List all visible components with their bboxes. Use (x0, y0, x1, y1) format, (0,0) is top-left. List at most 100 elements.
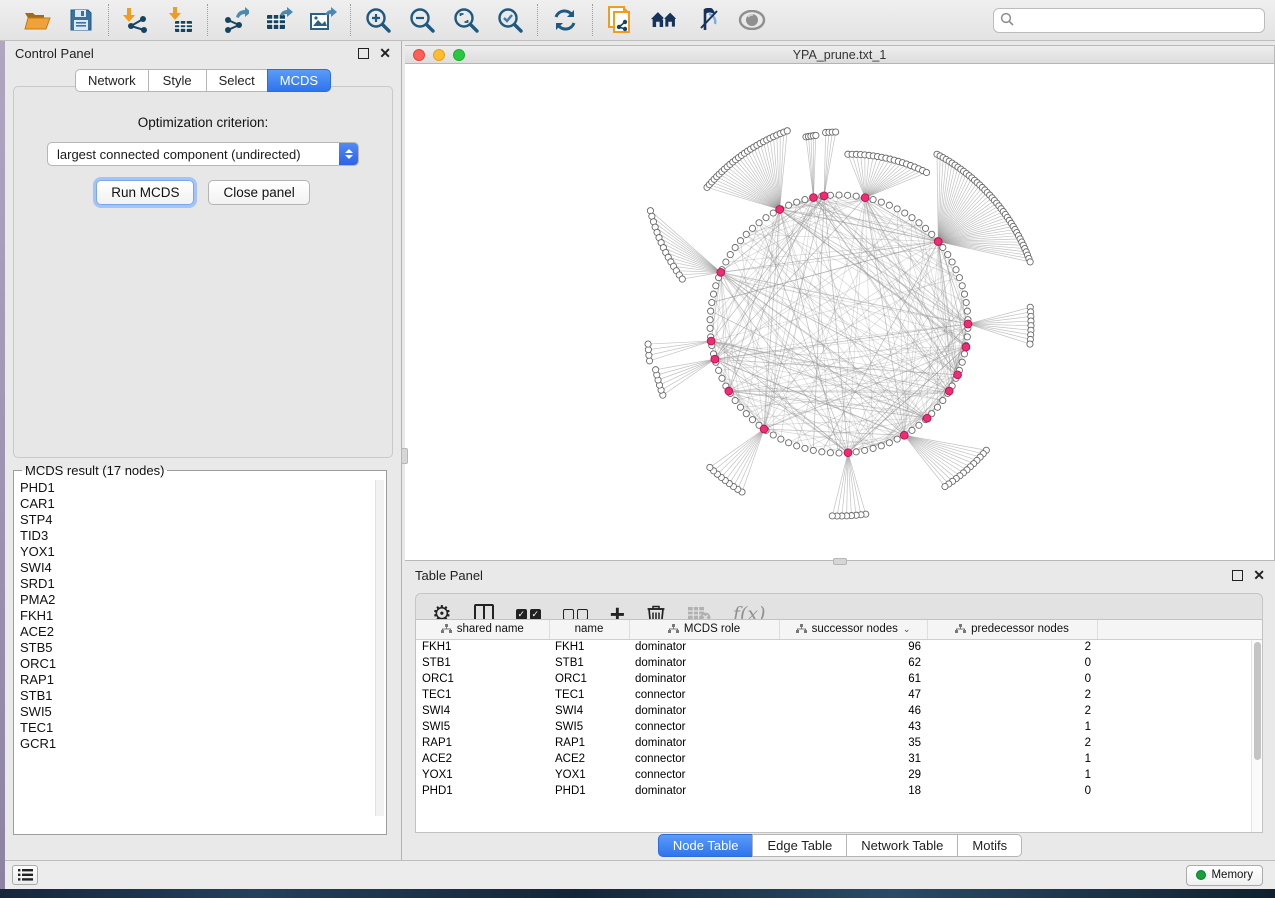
table-cell[interactable]: 35 (779, 735, 927, 751)
mcds-result-item[interactable]: FKH1 (20, 608, 386, 624)
table-cell[interactable]: 31 (779, 751, 927, 767)
table-cell[interactable]: 2 (927, 687, 1097, 703)
table-cell[interactable]: connector (629, 719, 779, 735)
mcds-result-item[interactable]: TID3 (20, 528, 386, 544)
memory-button[interactable]: Memory (1186, 865, 1263, 886)
table-scrollbar[interactable] (1251, 640, 1262, 832)
import-table-icon[interactable] (166, 6, 194, 34)
table-cell[interactable]: 47 (779, 687, 927, 703)
table-cell[interactable]: 1 (927, 767, 1097, 783)
table-cell[interactable]: dominator (629, 671, 779, 687)
network-window-titlebar[interactable]: YPA_prune.txt_1 (405, 46, 1274, 64)
table-cell[interactable]: YOX1 (416, 767, 549, 783)
table-cell[interactable]: 96 (779, 639, 927, 655)
table-cell[interactable]: 46 (779, 703, 927, 719)
run-mcds-button[interactable]: Run MCDS (96, 180, 194, 205)
table-row[interactable]: ACE2ACE2connector311 (416, 751, 1262, 767)
mcds-result-item[interactable]: CAR1 (20, 496, 386, 512)
close-panel-icon[interactable]: ✕ (1253, 570, 1265, 581)
node-table[interactable]: shared namenameMCDS rolesuccessor nodes⌄… (415, 619, 1263, 833)
tab-node-table[interactable]: Node Table (658, 834, 753, 857)
mcds-result-item[interactable]: PMA2 (20, 592, 386, 608)
horizontal-splitter-handle[interactable] (833, 558, 847, 565)
mcds-result-item[interactable]: SWI4 (20, 560, 386, 576)
mcds-result-item[interactable]: STB5 (20, 640, 386, 656)
table-cell[interactable]: 61 (779, 671, 927, 687)
table-cell[interactable]: connector (629, 751, 779, 767)
table-cell[interactable]: STB1 (416, 655, 549, 671)
zoom-fit-icon[interactable] (452, 6, 480, 34)
table-cell[interactable]: dominator (629, 655, 779, 671)
table-cell[interactable]: PHD1 (416, 783, 549, 799)
table-cell[interactable]: 2 (927, 639, 1097, 655)
vertical-splitter-handle[interactable] (401, 448, 408, 464)
mcds-result-item[interactable]: STB1 (20, 688, 386, 704)
export-table-icon[interactable] (265, 6, 293, 34)
column-header-shared-name[interactable]: shared name (416, 620, 549, 639)
table-cell[interactable]: 29 (779, 767, 927, 783)
table-cell[interactable]: FKH1 (416, 639, 549, 655)
search-field[interactable] (993, 8, 1265, 33)
mcds-result-item[interactable]: STP4 (20, 512, 386, 528)
table-cell[interactable]: ACE2 (416, 751, 549, 767)
tab-network-table[interactable]: Network Table (846, 834, 957, 857)
mcds-result-item[interactable]: GCR1 (20, 736, 386, 752)
table-cell[interactable]: RAP1 (416, 735, 549, 751)
table-row[interactable]: TEC1TEC1connector472 (416, 687, 1262, 703)
column-header-successor-nodes[interactable]: successor nodes⌄ (779, 620, 927, 639)
table-cell[interactable]: 2 (927, 703, 1097, 719)
table-row[interactable]: YOX1YOX1connector291 (416, 767, 1262, 783)
select-all-rows-icon[interactable]: ✓✓ (516, 609, 541, 620)
toggle-graphics-details-icon[interactable] (694, 6, 722, 34)
table-cell[interactable]: SWI5 (549, 719, 629, 735)
table-cell[interactable]: SWI4 (416, 703, 549, 719)
table-cell[interactable]: 0 (927, 783, 1097, 799)
mcds-result-item[interactable]: SWI5 (20, 704, 386, 720)
table-cell[interactable]: 1 (927, 751, 1097, 767)
mcds-result-item[interactable]: YOX1 (20, 544, 386, 560)
zoom-selected-icon[interactable] (496, 6, 524, 34)
table-cell[interactable]: dominator (629, 639, 779, 655)
tab-network[interactable]: Network (75, 69, 148, 92)
table-row[interactable]: RAP1RAP1dominator352 (416, 735, 1262, 751)
column-header-predecessor-nodes[interactable]: predecessor nodes (927, 620, 1097, 639)
tab-style[interactable]: Style (148, 69, 206, 92)
deselect-all-rows-icon[interactable] (563, 609, 588, 620)
table-cell[interactable]: SWI5 (416, 719, 549, 735)
table-row[interactable]: FKH1FKH1dominator962 (416, 639, 1262, 655)
refresh-view-icon[interactable] (551, 6, 579, 34)
mcds-result-item[interactable]: SRD1 (20, 576, 386, 592)
float-panel-icon[interactable] (358, 48, 369, 59)
table-cell[interactable]: dominator (629, 703, 779, 719)
table-cell[interactable]: RAP1 (549, 735, 629, 751)
close-panel-button[interactable]: Close panel (208, 180, 309, 205)
mcds-result-item[interactable]: TEC1 (20, 720, 386, 736)
table-cell[interactable]: 2 (927, 735, 1097, 751)
table-cell[interactable]: dominator (629, 735, 779, 751)
table-row[interactable]: SWI4SWI4dominator462 (416, 703, 1262, 719)
zoom-in-icon[interactable] (364, 6, 392, 34)
tab-edge-table[interactable]: Edge Table (752, 834, 846, 857)
table-cell[interactable]: 43 (779, 719, 927, 735)
table-row[interactable]: STB1STB1dominator620 (416, 655, 1262, 671)
table-cell[interactable]: FKH1 (549, 639, 629, 655)
table-cell[interactable]: TEC1 (549, 687, 629, 703)
table-cell[interactable]: connector (629, 687, 779, 703)
float-panel-icon[interactable] (1232, 570, 1243, 581)
table-cell[interactable]: PHD1 (549, 783, 629, 799)
mcds-result-item[interactable]: ORC1 (20, 656, 386, 672)
mcds-list-scrollbar[interactable] (375, 480, 384, 816)
mcds-result-list[interactable]: PHD1CAR1STP4TID3YOX1SWI4SRD1PMA2FKH1ACE2… (20, 480, 386, 820)
table-cell[interactable]: 0 (927, 655, 1097, 671)
mcds-result-item[interactable]: PHD1 (20, 480, 386, 496)
tab-select[interactable]: Select (206, 69, 267, 92)
table-scrollbar-thumb[interactable] (1254, 642, 1261, 760)
column-header-MCDS-role[interactable]: MCDS role (629, 620, 779, 639)
table-cell[interactable]: ACE2 (549, 751, 629, 767)
table-cell[interactable]: 1 (927, 719, 1097, 735)
search-input[interactable] (1018, 13, 1258, 27)
home-icon[interactable] (650, 6, 678, 34)
tab-mcds[interactable]: MCDS (267, 69, 331, 92)
open-file-icon[interactable] (23, 6, 51, 34)
table-row[interactable]: SWI5SWI5connector431 (416, 719, 1262, 735)
